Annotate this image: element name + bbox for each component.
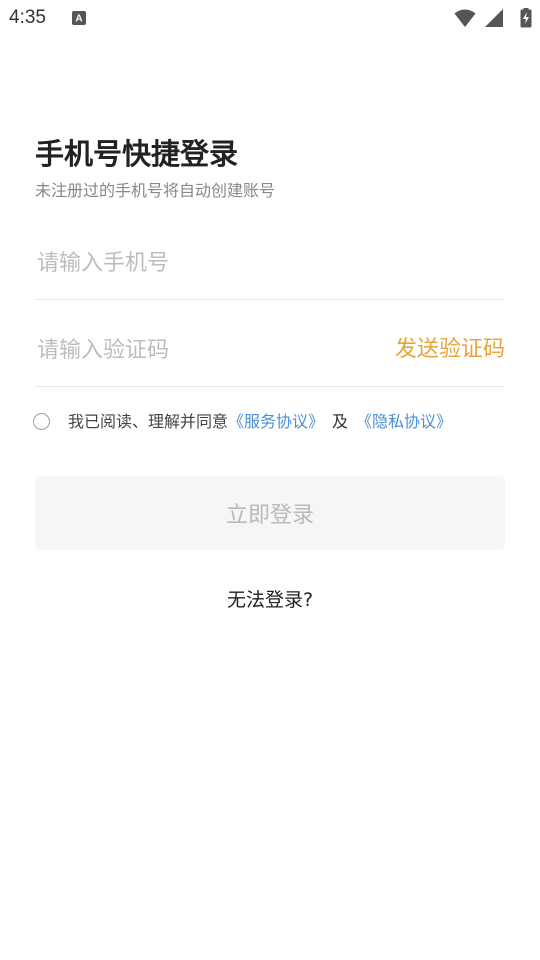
- page-title: 手机号快捷登录: [35, 137, 239, 171]
- code-field: 发送验证码: [35, 328, 505, 387]
- login-button[interactable]: 立即登录: [35, 476, 505, 550]
- status-time: 4:35: [9, 7, 46, 28]
- privacy-agreement-link[interactable]: 《隐私协议》: [356, 412, 452, 431]
- wifi-icon: [454, 9, 476, 27]
- a-keyboard-icon: A: [72, 11, 86, 25]
- verification-code-input[interactable]: [35, 328, 357, 372]
- agreement-checkbox[interactable]: [33, 413, 50, 430]
- signal-icon: [485, 9, 503, 27]
- page-subtitle: 未注册过的手机号将自动创建账号: [35, 181, 276, 200]
- agreement-conjunction: 及: [332, 412, 349, 431]
- phone-field: [35, 241, 505, 300]
- status-bar: 4:35 A: [0, 0, 540, 36]
- service-agreement-link[interactable]: 《服务协议》: [228, 412, 324, 431]
- phone-input[interactable]: [35, 241, 497, 285]
- battery-charging-icon: [520, 8, 532, 28]
- svg-text:A: A: [75, 14, 82, 25]
- cannot-login-link[interactable]: 无法登录?: [0, 586, 540, 614]
- agreement-row: 我已阅读、理解并同意《服务协议》及《隐私协议》: [33, 410, 513, 436]
- agreement-prefix: 我已阅读、理解并同意: [68, 412, 229, 431]
- send-code-button[interactable]: 发送验证码: [395, 334, 505, 366]
- agreement-text: 我已阅读、理解并同意《服务协议》及《隐私协议》: [68, 410, 452, 434]
